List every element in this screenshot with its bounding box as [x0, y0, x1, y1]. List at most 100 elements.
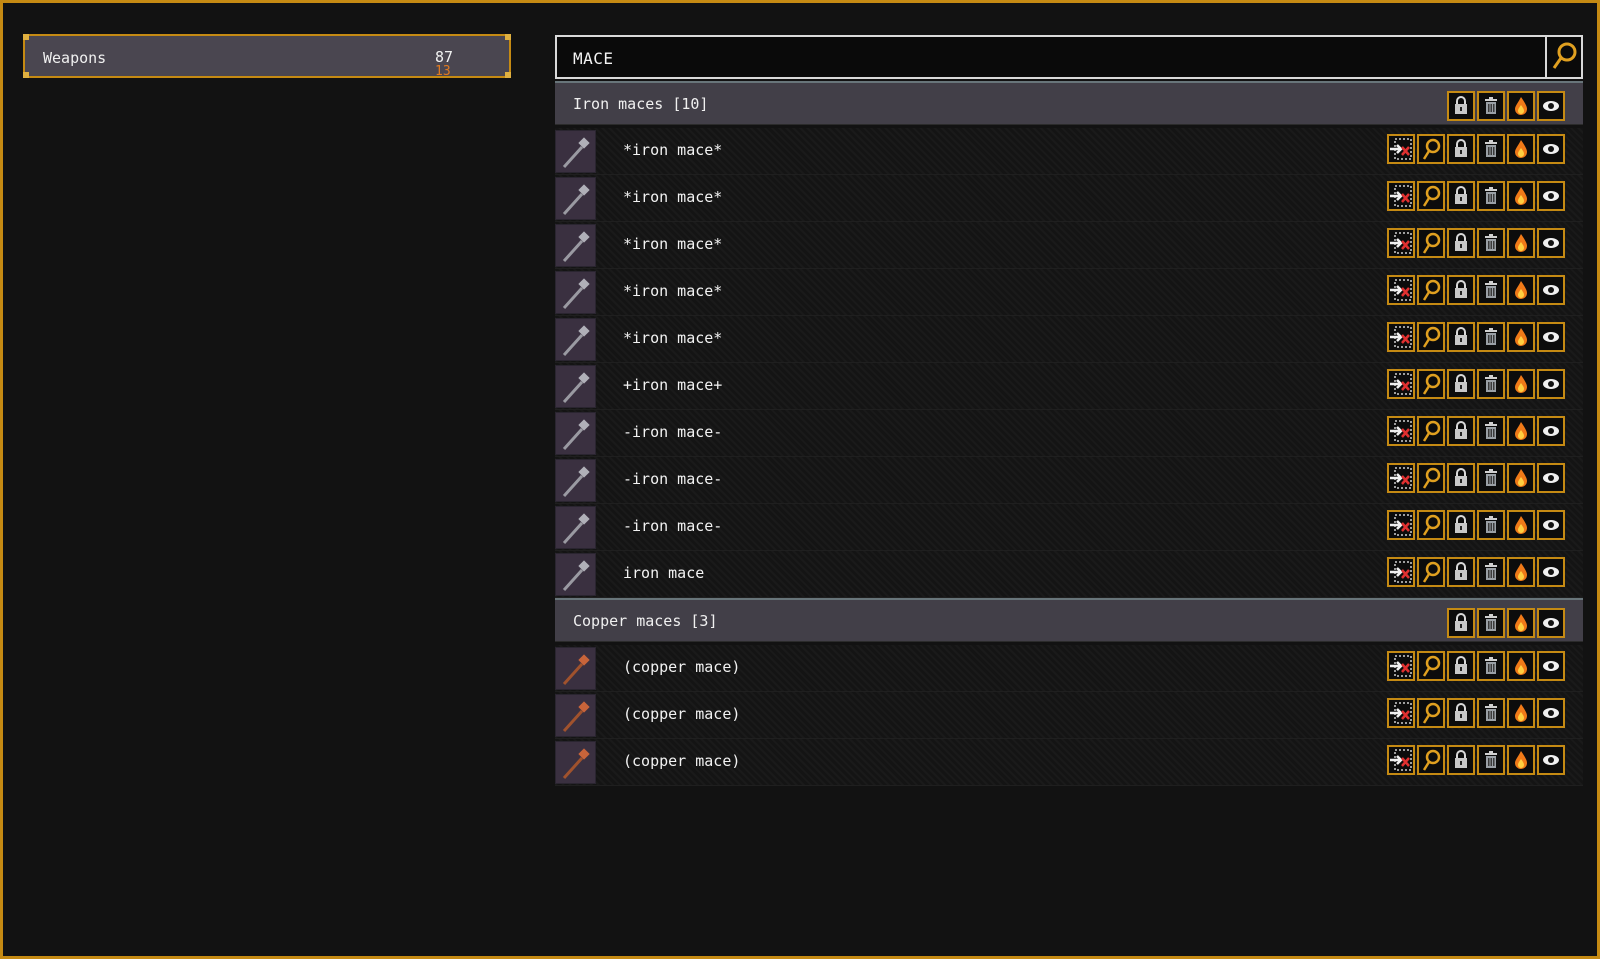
lock-button[interactable] [1447, 134, 1475, 164]
forbid-button[interactable] [1387, 322, 1415, 352]
lock-button[interactable] [1447, 651, 1475, 681]
trash-button[interactable] [1477, 322, 1505, 352]
magnify-button[interactable] [1417, 181, 1445, 211]
trash-button[interactable] [1477, 745, 1505, 775]
magnify-button[interactable] [1417, 745, 1445, 775]
flame-button[interactable] [1507, 608, 1535, 638]
flame-button[interactable] [1507, 134, 1535, 164]
lock-button[interactable] [1447, 275, 1475, 305]
forbid-button[interactable] [1387, 510, 1415, 540]
trash-button[interactable] [1477, 275, 1505, 305]
item-row[interactable]: *iron mace* [555, 222, 1583, 269]
magnify-button[interactable] [1417, 698, 1445, 728]
eye-button[interactable] [1537, 608, 1565, 638]
lock-button[interactable] [1447, 416, 1475, 446]
trash-button[interactable] [1477, 416, 1505, 446]
flame-button[interactable] [1507, 181, 1535, 211]
trash-button[interactable] [1477, 463, 1505, 493]
trash-button[interactable] [1477, 91, 1505, 121]
group-header[interactable]: Iron maces [10] [555, 81, 1583, 125]
flame-button[interactable] [1507, 416, 1535, 446]
forbid-button[interactable] [1387, 698, 1415, 728]
forbid-button[interactable] [1387, 181, 1415, 211]
eye-button[interactable] [1537, 134, 1565, 164]
search-bar[interactable]: MACE [555, 35, 1583, 79]
magnify-button[interactable] [1417, 322, 1445, 352]
lock-button[interactable] [1447, 463, 1475, 493]
lock-button[interactable] [1447, 698, 1475, 728]
lock-button[interactable] [1447, 557, 1475, 587]
lock-button[interactable] [1447, 181, 1475, 211]
forbid-button[interactable] [1387, 463, 1415, 493]
eye-button[interactable] [1537, 651, 1565, 681]
item-row[interactable]: -iron mace- [555, 504, 1583, 551]
magnify-button[interactable] [1417, 510, 1445, 540]
trash-button[interactable] [1477, 651, 1505, 681]
trash-button[interactable] [1477, 608, 1505, 638]
flame-button[interactable] [1507, 510, 1535, 540]
lock-button[interactable] [1447, 228, 1475, 258]
flame-button[interactable] [1507, 322, 1535, 352]
item-row[interactable]: (copper mace) [555, 645, 1583, 692]
item-row[interactable]: -iron mace- [555, 410, 1583, 457]
lock-button[interactable] [1447, 369, 1475, 399]
forbid-button[interactable] [1387, 228, 1415, 258]
trash-button[interactable] [1477, 510, 1505, 540]
magnify-button[interactable] [1417, 134, 1445, 164]
lock-button[interactable] [1447, 322, 1475, 352]
trash-button[interactable] [1477, 698, 1505, 728]
item-row[interactable]: *iron mace* [555, 316, 1583, 363]
category-weapons[interactable]: Weapons 87 13 [23, 34, 511, 78]
group-header[interactable]: Copper maces [3] [555, 598, 1583, 642]
trash-button[interactable] [1477, 369, 1505, 399]
search-input[interactable]: MACE [573, 49, 614, 68]
flame-button[interactable] [1507, 91, 1535, 121]
forbid-button[interactable] [1387, 557, 1415, 587]
item-row[interactable]: (copper mace) [555, 739, 1583, 786]
eye-button[interactable] [1537, 698, 1565, 728]
item-row[interactable]: *iron mace* [555, 175, 1583, 222]
lock-button[interactable] [1447, 510, 1475, 540]
item-row[interactable]: *iron mace* [555, 269, 1583, 316]
item-row[interactable]: iron mace [555, 551, 1583, 598]
flame-button[interactable] [1507, 275, 1535, 305]
eye-button[interactable] [1537, 322, 1565, 352]
magnify-button[interactable] [1417, 228, 1445, 258]
flame-button[interactable] [1507, 557, 1535, 587]
magnify-button[interactable] [1417, 651, 1445, 681]
trash-button[interactable] [1477, 557, 1505, 587]
lock-button[interactable] [1447, 745, 1475, 775]
magnify-button[interactable] [1417, 463, 1445, 493]
eye-button[interactable] [1537, 463, 1565, 493]
eye-button[interactable] [1537, 745, 1565, 775]
eye-button[interactable] [1537, 510, 1565, 540]
eye-button[interactable] [1537, 91, 1565, 121]
magnify-button[interactable] [1417, 557, 1445, 587]
item-row[interactable]: +iron mace+ [555, 363, 1583, 410]
forbid-button[interactable] [1387, 134, 1415, 164]
magnify-button[interactable] [1417, 275, 1445, 305]
flame-button[interactable] [1507, 369, 1535, 399]
eye-button[interactable] [1537, 228, 1565, 258]
flame-button[interactable] [1507, 745, 1535, 775]
trash-button[interactable] [1477, 228, 1505, 258]
magnify-button[interactable] [1417, 416, 1445, 446]
eye-button[interactable] [1537, 181, 1565, 211]
magnify-button[interactable] [1417, 369, 1445, 399]
forbid-button[interactable] [1387, 275, 1415, 305]
flame-button[interactable] [1507, 698, 1535, 728]
search-button[interactable] [1545, 35, 1583, 79]
lock-button[interactable] [1447, 91, 1475, 121]
trash-button[interactable] [1477, 181, 1505, 211]
forbid-button[interactable] [1387, 416, 1415, 446]
eye-button[interactable] [1537, 275, 1565, 305]
trash-button[interactable] [1477, 134, 1505, 164]
forbid-button[interactable] [1387, 369, 1415, 399]
lock-button[interactable] [1447, 608, 1475, 638]
flame-button[interactable] [1507, 228, 1535, 258]
flame-button[interactable] [1507, 651, 1535, 681]
item-row[interactable]: (copper mace) [555, 692, 1583, 739]
eye-button[interactable] [1537, 416, 1565, 446]
forbid-button[interactable] [1387, 651, 1415, 681]
forbid-button[interactable] [1387, 745, 1415, 775]
